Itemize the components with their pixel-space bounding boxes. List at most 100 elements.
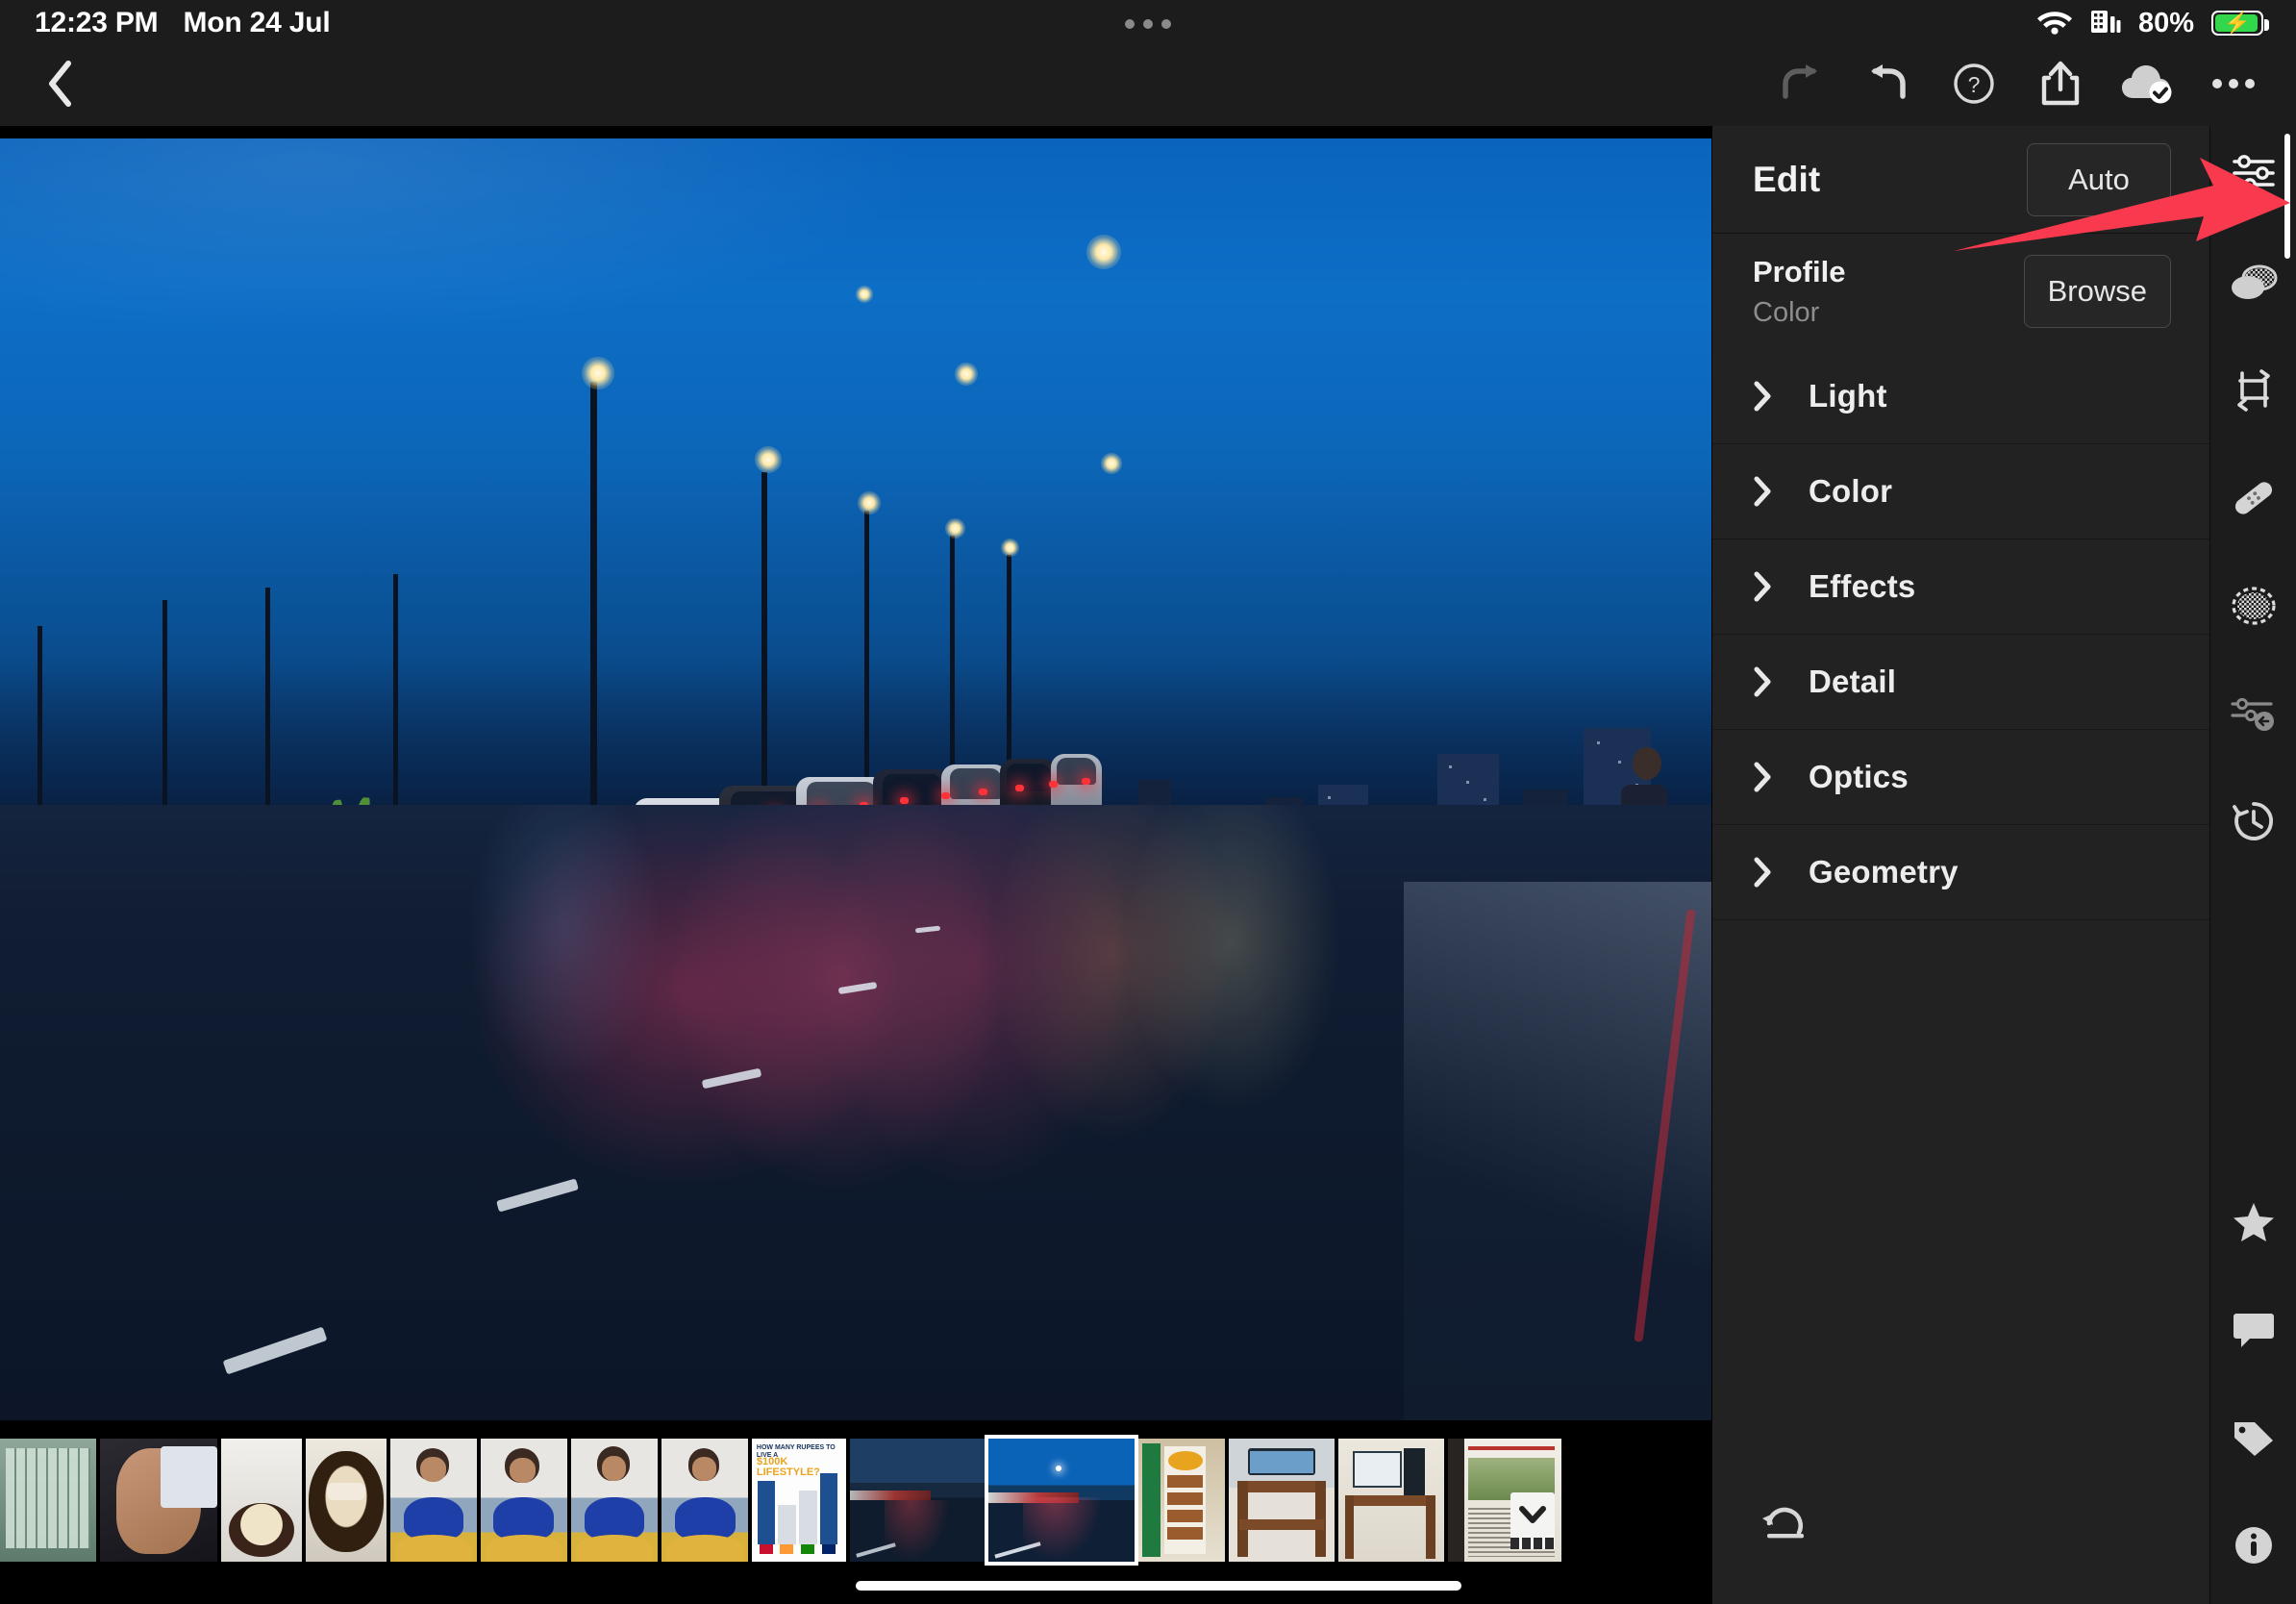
profile-label: Profile xyxy=(1753,255,1845,289)
toolbar-actions: ? xyxy=(1758,46,2277,126)
thumb-keyboard[interactable] xyxy=(0,1439,96,1562)
more-options-button[interactable] xyxy=(2190,46,2277,126)
thumb-road-edited[interactable] xyxy=(988,1439,1135,1562)
newspaper-overlay-badge[interactable] xyxy=(1510,1492,1555,1541)
thumb-hand-phone[interactable] xyxy=(100,1439,217,1562)
thumb-child-1[interactable] xyxy=(390,1439,477,1562)
page-title: Edit xyxy=(1753,160,1820,200)
thumb-infographic[interactable]: HOW MANY RUPEES TO LIVE A $100K LIFESTYL… xyxy=(752,1439,846,1562)
reset-edits-button[interactable] xyxy=(1747,1487,1824,1564)
photo-canvas[interactable] xyxy=(0,126,1711,1433)
edit-sections-list: Light Color Effects Detail xyxy=(1712,349,2209,920)
wifi-icon xyxy=(2036,8,2073,39)
handle-dot xyxy=(1125,19,1135,29)
filmstrip[interactable]: HOW MANY RUPEES TO LIVE A $100K LIFESTYL… xyxy=(0,1433,1711,1604)
thumb-child-4[interactable] xyxy=(661,1439,748,1562)
status-bar-left: 12:23 PM Mon 24 Jul xyxy=(35,7,331,39)
section-label: Detail xyxy=(1809,664,1896,700)
tag-icon xyxy=(2231,1416,2277,1464)
reset-revert-icon xyxy=(1759,1502,1811,1549)
rail-bottom-tools xyxy=(2210,1181,2296,1591)
chevron-right-icon xyxy=(1753,857,1772,888)
info-tool[interactable] xyxy=(2210,1504,2296,1591)
section-label: Color xyxy=(1809,473,1892,510)
section-light[interactable]: Light xyxy=(1712,349,2209,444)
comments-tool[interactable] xyxy=(2210,1289,2296,1375)
handle-dot xyxy=(1161,19,1171,29)
thumb-child-2[interactable] xyxy=(481,1439,567,1562)
battery-percent: 80% xyxy=(2138,8,2194,39)
edit-sliders-tool[interactable] xyxy=(2210,132,2296,218)
profile-value: Color xyxy=(1753,297,1845,329)
photo-sky xyxy=(0,138,1711,831)
top-toolbar: ? xyxy=(0,46,2296,126)
section-label: Geometry xyxy=(1809,854,1959,890)
star-icon xyxy=(2232,1201,2276,1248)
thumb-menu-board[interactable] xyxy=(1138,1439,1225,1562)
battery-charging-icon: ⚡ xyxy=(2211,11,2263,36)
share-button[interactable] xyxy=(2017,46,2104,126)
thumb-road-dark[interactable] xyxy=(850,1439,985,1562)
redo-button[interactable] xyxy=(1758,46,1844,126)
tool-rail xyxy=(2209,126,2296,1604)
rating-tool[interactable] xyxy=(2210,1181,2296,1267)
healing-tool[interactable] xyxy=(2210,457,2296,543)
bandage-heal-icon xyxy=(2229,475,2279,526)
chevron-right-icon xyxy=(1753,762,1772,792)
status-bar-right: 80% ⚡ xyxy=(2036,0,2263,46)
chevron-right-icon xyxy=(1753,666,1772,697)
edit-panel: Edit Auto Profile Color Browse Light Co xyxy=(1711,126,2209,1604)
dotted-ellipse-icon xyxy=(2230,584,2278,633)
back-chevron-icon xyxy=(43,60,78,113)
browse-profiles-button[interactable]: Browse xyxy=(2024,255,2171,328)
auto-button[interactable]: Auto xyxy=(2027,143,2171,216)
thumb-desk-1[interactable] xyxy=(1229,1439,1335,1562)
info-circle-icon xyxy=(2232,1523,2276,1572)
lightroom-edit-screen: 12:23 PM Mon 24 Jul xyxy=(0,0,2296,1604)
main-photo[interactable] xyxy=(0,138,1711,1420)
clock-history-icon xyxy=(2231,798,2277,849)
crop-tool[interactable] xyxy=(2210,349,2296,436)
status-date: Mon 24 Jul xyxy=(183,7,330,39)
masking-circles-icon xyxy=(2229,262,2279,309)
profile-row: Profile Color Browse xyxy=(1712,234,2209,349)
status-time: 12:23 PM xyxy=(35,7,158,39)
status-bar: 12:23 PM Mon 24 Jul xyxy=(0,0,2296,46)
versions-tool[interactable] xyxy=(2210,780,2296,866)
cellular-bars-icon xyxy=(2090,8,2121,39)
section-detail[interactable]: Detail xyxy=(1712,635,2209,730)
home-indicator-bar[interactable] xyxy=(856,1581,1461,1591)
selective-tool[interactable] xyxy=(2210,564,2296,651)
sliders-icon xyxy=(2231,152,2277,199)
thumb-child-3[interactable] xyxy=(571,1439,658,1562)
section-geometry[interactable]: Geometry xyxy=(1712,825,2209,920)
rail-top-tools xyxy=(2210,126,2296,866)
thumb-newspaper[interactable] xyxy=(1448,1439,1561,1562)
chevron-down-icon xyxy=(1519,1505,1546,1529)
handle-dot xyxy=(1143,19,1153,29)
section-label: Effects xyxy=(1809,568,1915,605)
section-label: Optics xyxy=(1809,759,1909,795)
keywords-tool[interactable] xyxy=(2210,1396,2296,1483)
ellipsis-icon xyxy=(2211,77,2256,95)
back-button[interactable] xyxy=(27,46,94,126)
multitask-handle[interactable] xyxy=(1125,19,1171,29)
cloud-check-icon xyxy=(2121,63,2173,109)
share-upload-icon xyxy=(2039,61,2082,112)
question-mark-circle-icon: ? xyxy=(1952,62,1996,111)
undo-button[interactable] xyxy=(1844,46,1931,126)
masking-tool[interactable] xyxy=(2210,241,2296,328)
thumb-cake-pink[interactable] xyxy=(306,1439,387,1562)
undo-arrow-icon xyxy=(1865,64,1909,108)
thumb-cake-box[interactable] xyxy=(221,1439,302,1562)
chevron-right-icon xyxy=(1753,571,1772,602)
cloud-sync-button[interactable] xyxy=(2104,46,2190,126)
section-optics[interactable]: Optics xyxy=(1712,730,2209,825)
speech-bubble-icon xyxy=(2232,1310,2276,1355)
section-label: Light xyxy=(1809,378,1887,414)
section-effects[interactable]: Effects xyxy=(1712,539,2209,635)
help-button[interactable]: ? xyxy=(1931,46,2017,126)
thumb-desk-2[interactable] xyxy=(1338,1439,1444,1562)
section-color[interactable]: Color xyxy=(1712,444,2209,539)
presets-tool[interactable] xyxy=(2210,672,2296,759)
